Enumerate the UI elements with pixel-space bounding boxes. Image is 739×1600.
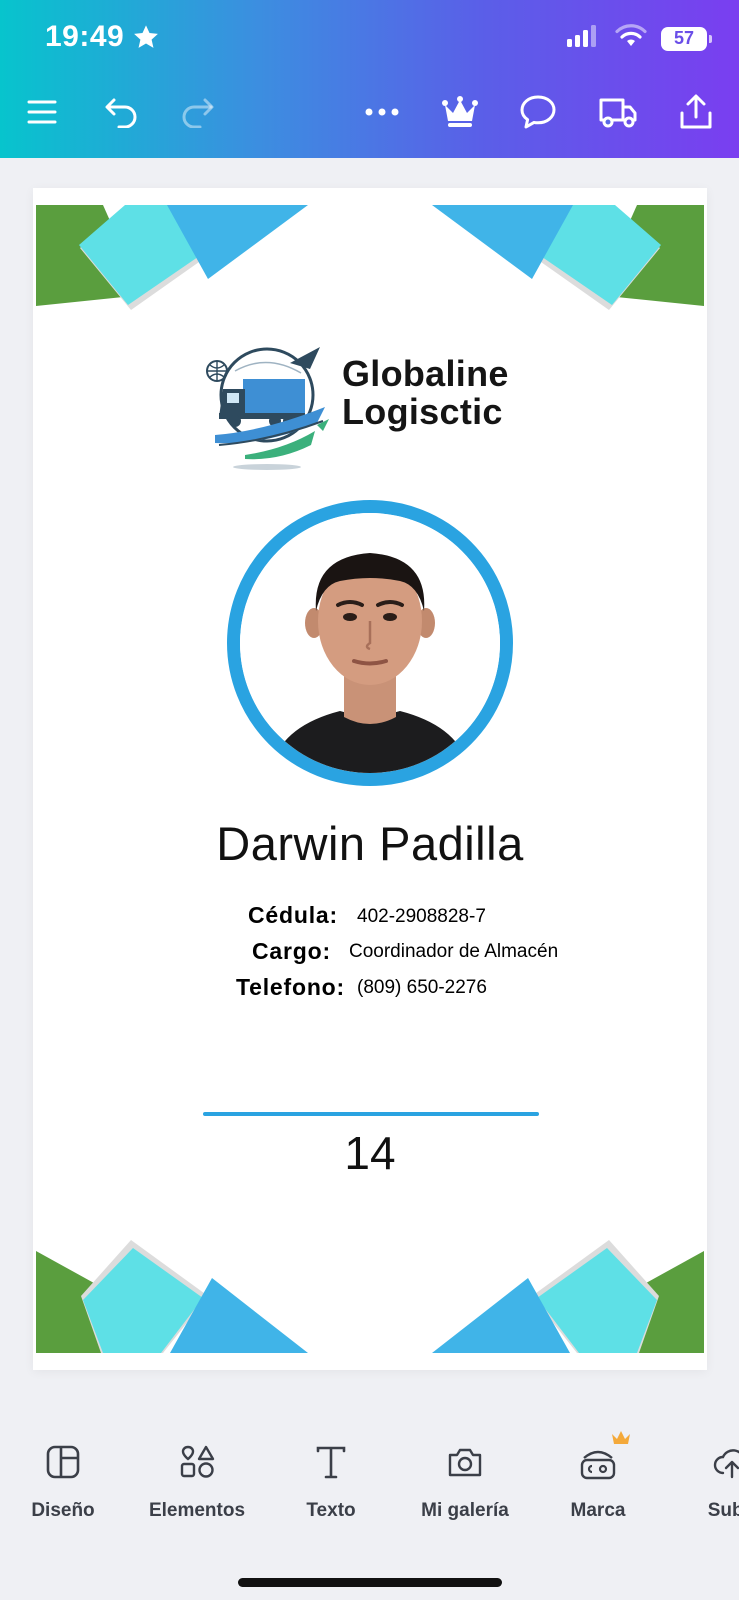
id-card[interactable]: Globaline Logisctic Darwin Padilla Cédul… bbox=[33, 188, 707, 1370]
logo-truck-icon bbox=[206, 347, 329, 470]
cedula-label: Cédula: bbox=[248, 902, 338, 928]
tool-elementos-label: Elementos bbox=[148, 1500, 246, 1521]
cargo-value: Coordinador de Almacén bbox=[349, 941, 559, 962]
share-icon[interactable] bbox=[674, 90, 718, 134]
person-name: Darwin Padilla bbox=[216, 817, 524, 870]
bottom-toolbar: Diseño Elementos Texto Mi galería Marca … bbox=[0, 1400, 739, 1600]
tool-subir[interactable]: Subir bbox=[667, 1438, 739, 1522]
tool-galeria[interactable]: Mi galería bbox=[400, 1438, 530, 1522]
upload-cloud-icon bbox=[667, 1438, 739, 1486]
shapes-icon bbox=[132, 1438, 262, 1486]
company-name: Globaline Logisctic bbox=[342, 355, 509, 431]
status-time: 19:49 bbox=[45, 20, 125, 53]
tool-marca-label: Marca bbox=[570, 1500, 626, 1521]
tool-texto-label: Texto bbox=[306, 1500, 356, 1521]
menu-icon[interactable] bbox=[20, 90, 64, 134]
battery-icon: 57 bbox=[661, 26, 712, 51]
cargo-label: Cargo: bbox=[252, 938, 331, 964]
profile-photo bbox=[227, 500, 513, 786]
star-icon bbox=[132, 23, 160, 51]
signal-icon bbox=[567, 25, 601, 52]
undo-icon[interactable] bbox=[100, 90, 144, 134]
tool-diseno[interactable]: Diseño bbox=[0, 1438, 128, 1522]
status-time-group: 19:49 bbox=[45, 20, 160, 54]
tool-elementos[interactable]: Elementos bbox=[132, 1438, 262, 1522]
top-bar: 19:49 57 bbox=[0, 0, 739, 158]
id-number: 14 bbox=[344, 1127, 396, 1179]
company-name-line1: Globaline bbox=[342, 353, 509, 394]
text-icon bbox=[266, 1438, 396, 1486]
premium-crown-icon bbox=[612, 1431, 630, 1444]
wifi-icon bbox=[615, 24, 647, 53]
tool-texto[interactable]: Texto bbox=[266, 1438, 396, 1522]
camera-icon bbox=[400, 1438, 530, 1486]
tool-diseno-label: Diseño bbox=[31, 1500, 95, 1521]
home-indicator[interactable] bbox=[238, 1578, 502, 1587]
tool-marca[interactable]: Marca bbox=[533, 1431, 663, 1522]
design-icon bbox=[0, 1438, 128, 1486]
redo-icon[interactable] bbox=[175, 90, 219, 134]
cedula-value: 402-2908828-7 bbox=[357, 906, 486, 927]
person-portrait bbox=[240, 513, 500, 773]
brand-kit-icon bbox=[533, 1431, 663, 1486]
company-logo: Globaline Logisctic bbox=[205, 343, 535, 473]
tool-galeria-label: Mi galería bbox=[421, 1500, 509, 1521]
telefono-label: Telefono: bbox=[236, 974, 345, 1000]
company-name-line2: Logisctic bbox=[342, 391, 503, 432]
status-icons: 57 bbox=[567, 24, 712, 53]
truck-icon[interactable] bbox=[596, 90, 640, 134]
more-icon[interactable] bbox=[360, 90, 404, 134]
divider-line bbox=[203, 1112, 539, 1116]
crown-icon[interactable] bbox=[438, 90, 482, 134]
telefono-value: (809) 650-2276 bbox=[357, 977, 487, 998]
tool-subir-label: Subir bbox=[707, 1500, 739, 1521]
comment-icon[interactable] bbox=[516, 90, 560, 134]
